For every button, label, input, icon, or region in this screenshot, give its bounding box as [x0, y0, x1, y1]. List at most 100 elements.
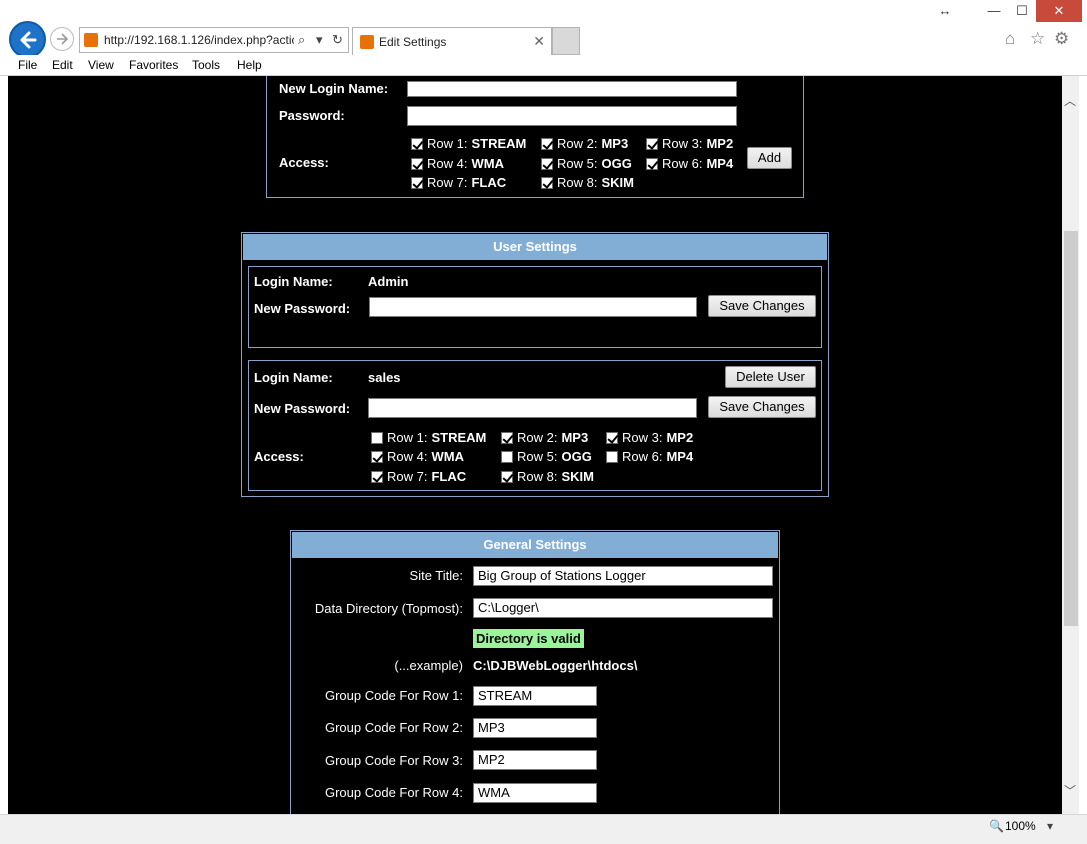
resize-icon[interactable]: ↔: [933, 0, 957, 22]
checkbox-icon[interactable]: [501, 431, 513, 444]
menu-view[interactable]: View: [88, 58, 114, 72]
general-settings-title: General Settings: [292, 532, 778, 558]
scroll-down-icon[interactable]: ﹀: [1064, 782, 1076, 799]
checkbox-icon[interactable]: [541, 137, 553, 150]
add-access-row-1[interactable]: Row 1: STREAM: [411, 136, 526, 151]
admin-password-input[interactable]: [369, 297, 697, 317]
checkbox-icon[interactable]: [411, 137, 423, 150]
checkbox-icon[interactable]: [646, 157, 658, 170]
menu-favorites[interactable]: Favorites: [129, 58, 178, 72]
sales-password-label: New Password:: [254, 401, 351, 416]
menu-edit[interactable]: Edit: [52, 58, 73, 72]
data-directory-input[interactable]: C:\Logger\: [473, 598, 773, 618]
site-title-input[interactable]: Big Group of Stations Logger: [473, 566, 773, 586]
group-code-row-3-input[interactable]: MP2: [473, 750, 597, 770]
checkbox-icon[interactable]: [606, 450, 618, 463]
zoom-level[interactable]: 100%: [1005, 819, 1036, 833]
refresh-icon[interactable]: ↻: [332, 32, 343, 48]
sales-access-row-7[interactable]: Row 7: FLAC: [371, 469, 466, 484]
user-settings-title: User Settings: [243, 234, 827, 260]
search-icon[interactable]: ⌕: [298, 32, 305, 48]
add-access-row-5[interactable]: Row 5: OGG: [541, 156, 632, 171]
scroll-up-icon[interactable]: ︿: [1064, 92, 1076, 109]
checkbox-icon[interactable]: [371, 431, 383, 444]
back-button[interactable]: [9, 21, 46, 58]
example-path: C:\DJBWebLogger\htdocs\: [473, 658, 638, 673]
menu-bar: File Edit View Favorites Tools Help: [0, 55, 1087, 76]
add-access-row-4[interactable]: Row 4: WMA: [411, 156, 504, 171]
checkbox-icon[interactable]: [371, 450, 383, 463]
admin-password-label: New Password:: [254, 301, 351, 316]
delete-user-button[interactable]: Delete User: [725, 366, 816, 388]
new-login-label: New Login Name:: [279, 81, 389, 96]
sales-access-row-8[interactable]: Row 8: SKIM: [501, 469, 594, 484]
site-title-label: Site Title:: [409, 568, 463, 583]
sales-access-row-3[interactable]: Row 3: MP2: [606, 430, 693, 445]
sales-access-row-6[interactable]: Row 6: MP4: [606, 449, 693, 464]
address-url[interactable]: http://192.168.1.126/index.php?actio: [104, 33, 294, 47]
admin-save-button[interactable]: Save Changes: [708, 295, 816, 317]
sales-password-input[interactable]: [368, 398, 697, 418]
add-access-row-8[interactable]: Row 8: SKIM: [541, 175, 634, 190]
menu-tools[interactable]: Tools: [192, 58, 220, 72]
checkbox-icon[interactable]: [606, 431, 618, 444]
arrow-right-icon: [57, 33, 69, 45]
checkbox-icon[interactable]: [501, 450, 513, 463]
minimize-button[interactable]: —: [980, 0, 1008, 22]
address-bar[interactable]: http://192.168.1.126/index.php?actio ⌕ ▾…: [79, 27, 349, 53]
sales-access-row-5[interactable]: Row 5: OGG: [501, 449, 592, 464]
sales-access-row-1[interactable]: Row 1: STREAM: [371, 430, 486, 445]
checkbox-icon[interactable]: [371, 470, 383, 483]
scrollbar-thumb[interactable]: [1064, 231, 1078, 626]
zoom-icon: 🔍: [989, 819, 1004, 833]
access-label: Access:: [279, 155, 329, 170]
group-code-row-2-label: Group Code For Row 2:: [324, 720, 463, 735]
tab-favicon-icon: [360, 35, 374, 49]
menu-file[interactable]: File: [18, 58, 37, 72]
group-code-row-4-input[interactable]: WMA: [473, 783, 597, 803]
vertical-scrollbar[interactable]: ︿ ﹀: [1062, 76, 1079, 814]
add-button[interactable]: Add: [747, 147, 792, 169]
add-user-panel: New Login Name: Password: Access: Row 1:…: [266, 76, 804, 198]
new-login-input[interactable]: [407, 81, 737, 97]
sales-access-label: Access:: [254, 449, 304, 464]
new-tab-button[interactable]: [552, 27, 580, 55]
add-access-row-2[interactable]: Row 2: MP3: [541, 136, 628, 151]
checkbox-icon[interactable]: [411, 157, 423, 170]
checkbox-icon[interactable]: [646, 137, 658, 150]
example-label: (...example): [394, 658, 463, 673]
directory-status-badge: Directory is valid: [473, 629, 584, 648]
maximize-button[interactable]: ☐: [1008, 0, 1036, 22]
user-settings-panel: User Settings Login Name: Admin New Pass…: [241, 232, 829, 497]
settings-gear-icon[interactable]: ⚙: [1054, 29, 1069, 49]
zoom-dropdown-icon[interactable]: ▾: [1047, 819, 1053, 833]
password-input[interactable]: [407, 106, 737, 126]
menu-help[interactable]: Help: [237, 58, 262, 72]
sales-access-row-2[interactable]: Row 2: MP3: [501, 430, 588, 445]
forward-button[interactable]: [50, 27, 74, 51]
home-icon[interactable]: ⌂: [1005, 29, 1015, 49]
tab-edit-settings[interactable]: Edit Settings ✕: [352, 27, 552, 55]
favorites-star-icon[interactable]: ☆: [1030, 29, 1045, 49]
site-favicon-icon: [84, 33, 98, 47]
checkbox-icon[interactable]: [541, 176, 553, 189]
sales-save-button[interactable]: Save Changes: [708, 396, 816, 418]
group-code-row-2-input[interactable]: MP3: [473, 718, 597, 738]
add-access-row-7[interactable]: Row 7: FLAC: [411, 175, 506, 190]
admin-user-box: Login Name: Admin New Password: Save Cha…: [248, 266, 822, 348]
checkbox-icon[interactable]: [541, 157, 553, 170]
close-window-button[interactable]: ✕: [1036, 0, 1082, 22]
chevron-down-icon[interactable]: ▾: [316, 32, 323, 48]
checkbox-icon[interactable]: [501, 470, 513, 483]
sales-access-row-4[interactable]: Row 4: WMA: [371, 449, 464, 464]
group-code-row-1-label: Group Code For Row 1:: [324, 688, 463, 703]
group-code-row-1-input[interactable]: STREAM: [473, 686, 597, 706]
checkbox-icon[interactable]: [411, 176, 423, 189]
page-viewport: New Login Name: Password: Access: Row 1:…: [8, 76, 1062, 814]
add-access-row-6[interactable]: Row 6: MP4: [646, 156, 733, 171]
sales-login-value: sales: [368, 370, 401, 385]
close-tab-icon[interactable]: ✕: [533, 33, 545, 50]
admin-login-value: Admin: [368, 274, 409, 289]
sales-user-box: Login Name: sales Delete User New Passwo…: [248, 360, 822, 491]
add-access-row-3[interactable]: Row 3: MP2: [646, 136, 733, 151]
